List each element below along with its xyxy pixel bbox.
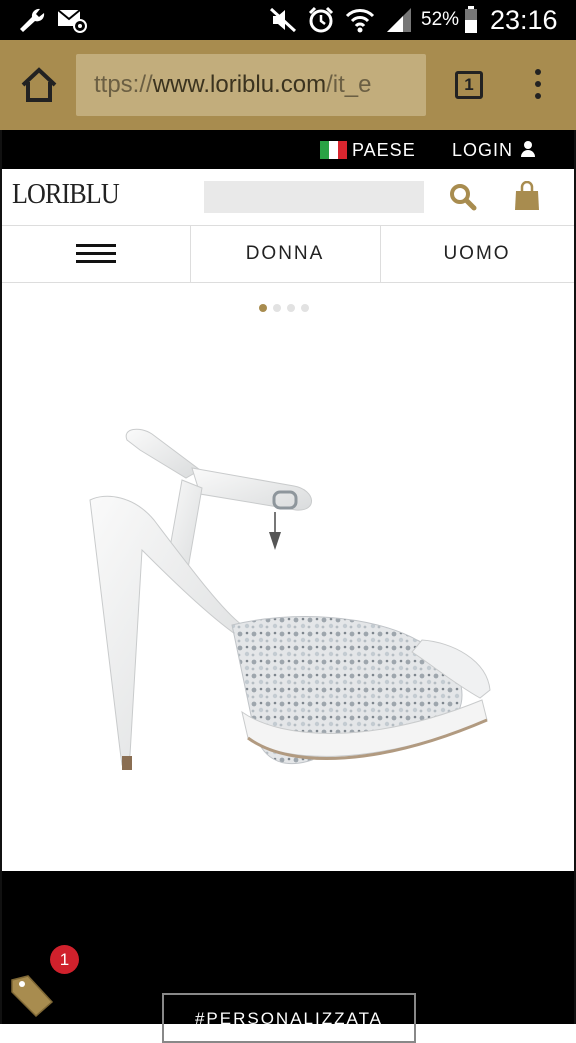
carousel-dot[interactable]	[273, 304, 281, 312]
personalize-button[interactable]: #PERSONALIZZATA	[162, 993, 416, 1043]
main-nav: DONNA UOMO	[2, 225, 574, 283]
mail-at-icon	[56, 6, 88, 34]
status-bar: 52% 23:16	[0, 0, 576, 40]
mute-icon	[268, 6, 298, 34]
url-domain: www.loriblu.com	[152, 71, 327, 98]
home-icon[interactable]	[18, 65, 60, 105]
url-scheme: ttps://	[94, 71, 153, 98]
url-path: /it_e	[326, 71, 372, 98]
wifi-icon	[344, 6, 376, 34]
signal-icon	[384, 6, 414, 34]
carousel-dot[interactable]	[287, 304, 295, 312]
carousel-indicators	[259, 304, 309, 312]
search-input[interactable]	[204, 181, 424, 213]
menu-button[interactable]	[2, 225, 191, 282]
product-image[interactable]	[82, 420, 502, 780]
site-header: LORIBLU	[2, 169, 574, 226]
clock: 23:16	[490, 5, 558, 35]
carousel-dot[interactable]	[301, 304, 309, 312]
tag-icon[interactable]	[8, 972, 56, 1018]
search-icon[interactable]	[449, 183, 477, 211]
address-bar[interactable]: ttps://www.loriblu.com/it_e	[76, 54, 426, 116]
nav-item-donna[interactable]: DONNA	[190, 225, 381, 282]
notification-badge: 1	[50, 945, 79, 974]
tab-switcher-button[interactable]: 1	[455, 71, 483, 99]
alarm-icon	[306, 6, 336, 34]
battery-icon	[462, 6, 480, 34]
browser-toolbar: ttps://www.loriblu.com/it_e 1	[0, 40, 576, 130]
wrench-icon	[14, 6, 48, 34]
italy-flag-icon[interactable]	[320, 141, 347, 159]
nav-item-uomo[interactable]: UOMO	[380, 225, 574, 282]
site-topbar: PAESE LOGIN	[2, 130, 574, 169]
country-selector[interactable]: PAESE	[352, 140, 416, 161]
login-link[interactable]: LOGIN	[452, 140, 513, 161]
hamburger-icon	[76, 244, 116, 264]
user-icon[interactable]	[520, 140, 536, 158]
site-logo[interactable]: LORIBLU	[12, 178, 120, 211]
overflow-menu-icon[interactable]	[528, 69, 548, 103]
web-page: PAESE LOGIN LORIBLU DONNA UOMO #PERSONAL…	[0, 130, 576, 1043]
shopping-bag-icon[interactable]	[514, 180, 540, 211]
battery-percent: 52%	[421, 9, 460, 30]
carousel-dot[interactable]	[259, 304, 267, 312]
